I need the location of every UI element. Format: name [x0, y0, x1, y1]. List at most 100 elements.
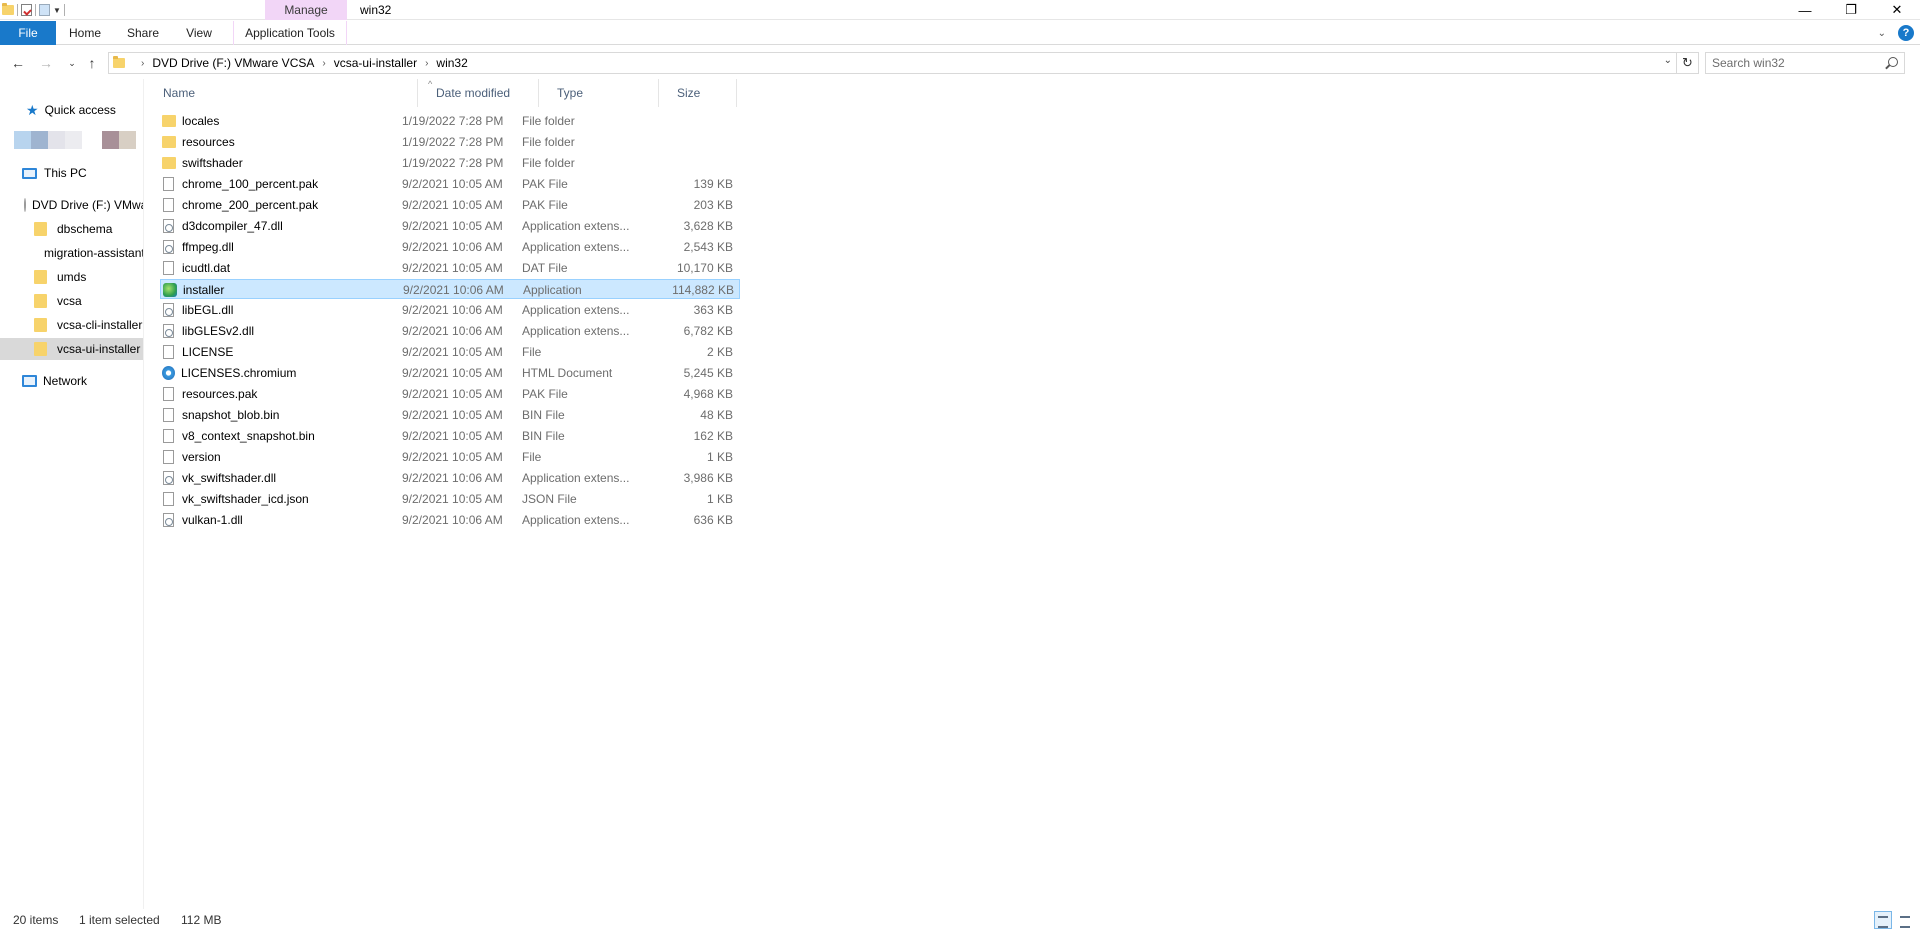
pinned-item-icon[interactable]	[82, 131, 102, 149]
nav-network[interactable]: Network	[0, 370, 143, 392]
file-row[interactable]: resources 1/19/2022 7:28 PM File folder	[160, 132, 740, 152]
file-row[interactable]: chrome_100_percent.pak 9/2/2021 10:05 AM P…	[160, 174, 740, 194]
item-count: 20 items	[13, 913, 59, 927]
folder-icon[interactable]	[2, 3, 14, 15]
nav-label: vcsa-ui-installer	[57, 342, 141, 356]
file-name-cell: resources	[160, 132, 235, 152]
help-icon[interactable]: ?	[1898, 25, 1914, 41]
pinned-item-icon[interactable]	[102, 131, 119, 149]
tab-home[interactable]: Home	[60, 21, 110, 45]
tab-file[interactable]: File	[0, 21, 56, 45]
nav-label: migration-assistant	[44, 246, 144, 260]
file-name-cell: locales	[160, 111, 219, 131]
pinned-item-icon[interactable]	[65, 131, 82, 149]
nav-label: vcsa	[57, 294, 82, 308]
separator	[17, 4, 18, 16]
file-row[interactable]: ffmpeg.dll 9/2/2021 10:06 AM Application e…	[160, 237, 740, 257]
nav-dvd-drive[interactable]: DVD Drive (F:) VMware VCSA	[0, 194, 143, 216]
pinned-item-icon[interactable]	[14, 131, 31, 149]
column-header-type[interactable]: Type	[539, 79, 659, 107]
nav-this-pc[interactable]: This PC	[0, 162, 143, 184]
file-row[interactable]: d3dcompiler_47.dll 9/2/2021 10:05 AM Appli…	[160, 216, 740, 236]
chevron-right-icon[interactable]: ›	[425, 58, 428, 69]
file-row[interactable]: libGLESv2.dll 9/2/2021 10:06 AM Applicatio…	[160, 321, 740, 341]
pinned-item-icon[interactable]	[119, 131, 136, 149]
network-icon	[22, 375, 37, 387]
restore-button[interactable]: ❐	[1828, 0, 1874, 20]
file-row[interactable]: vk_swiftshader.dll 9/2/2021 10:06 AM Appli…	[160, 468, 740, 488]
file-row[interactable]: resources.pak 9/2/2021 10:05 AM PAK File 4,…	[160, 384, 740, 404]
recent-locations-icon[interactable]: ⌄	[62, 53, 82, 73]
nav-quick-access[interactable]: ★ Quick access	[0, 99, 143, 121]
file-row[interactable]: swiftshader 1/19/2022 7:28 PM File folder	[160, 153, 740, 173]
navigation-pane: ★ Quick access This PC DVD Drive (F:) VM…	[0, 79, 144, 909]
file-row[interactable]: vk_swiftshader_icd.json 9/2/2021 10:05 AM…	[160, 489, 740, 509]
nav-folder-vcsa-cli-installer[interactable]: vcsa-cli-installer	[0, 314, 143, 336]
file-row[interactable]: icudtl.dat 9/2/2021 10:05 AM DAT File 10,17…	[160, 258, 740, 278]
folder-icon	[34, 318, 47, 332]
up-button[interactable]: ↑	[82, 53, 102, 73]
file-size: 1 KB	[706, 492, 733, 506]
chevron-right-icon[interactable]: ›	[322, 58, 325, 69]
folder-icon	[162, 115, 176, 127]
file-row[interactable]: LICENSE 9/2/2021 10:05 AM File 2 KB	[160, 342, 740, 362]
file-row[interactable]: libEGL.dll 9/2/2021 10:06 AM Application e…	[160, 300, 740, 320]
chevron-down-icon[interactable]: ⌄	[1664, 55, 1672, 66]
file-row[interactable]: chrome_200_percent.pak 9/2/2021 10:05 AM P…	[160, 195, 740, 215]
file-row[interactable]: locales 1/19/2022 7:28 PM File folder	[160, 111, 740, 131]
ribbon-right: ⌄ ?	[1878, 25, 1914, 41]
expand-ribbon-icon[interactable]: ⌄	[1878, 28, 1886, 39]
customize-dropdown-icon[interactable]: ▼	[53, 6, 61, 15]
address-bar[interactable]: › DVD Drive (F:) VMware VCSA › vcsa-ui-i…	[108, 52, 1677, 74]
close-button[interactable]: ✕	[1874, 0, 1920, 20]
file-date-modified: 1/19/2022 7:28 PM	[402, 156, 504, 170]
pinned-item-icon[interactable]	[31, 131, 48, 149]
file-row[interactable]: LICENSES.chromium 9/2/2021 10:05 AM HTML D…	[160, 363, 740, 383]
title-bar: ▼ Manage win32 — ❐ ✕	[0, 0, 1920, 20]
nav-folder-migration-assistant[interactable]: migration-assistant	[0, 242, 144, 264]
file-name: swiftshader	[182, 156, 243, 170]
search-input[interactable]	[1712, 56, 1882, 70]
new-folder-icon[interactable]	[39, 4, 50, 16]
file-row[interactable]: version 9/2/2021 10:05 AM File 1 KB	[160, 447, 740, 467]
manage-context-tab[interactable]: Manage	[265, 0, 347, 20]
column-header-date-modified[interactable]: Date modified	[418, 79, 539, 107]
nav-folder-dbschema[interactable]: dbschema	[0, 218, 143, 240]
breadcrumb-win32[interactable]: win32	[436, 56, 467, 70]
nav-label: Quick access	[44, 103, 116, 117]
nav-folder-vcsa-ui-installer[interactable]: vcsa-ui-installer	[0, 338, 143, 360]
details-view-icon[interactable]	[1874, 911, 1892, 929]
tab-application-tools[interactable]: Application Tools	[233, 21, 347, 45]
back-button[interactable]: ←	[8, 53, 28, 73]
file-type: File folder	[522, 156, 575, 170]
window-title: win32	[360, 3, 392, 17]
forward-button[interactable]: →	[36, 53, 56, 73]
refresh-button[interactable]: ↻	[1677, 52, 1699, 74]
column-header-size[interactable]: Size	[659, 79, 737, 107]
file-row[interactable]: snapshot_blob.bin 9/2/2021 10:05 AM BIN Fi…	[160, 405, 740, 425]
breadcrumb-dvd-drive[interactable]: DVD Drive (F:) VMware VCSA	[152, 56, 314, 70]
selection-count: 1 item selected	[79, 913, 160, 927]
file-row[interactable]: v8_context_snapshot.bin 9/2/2021 10:05 AM…	[160, 426, 740, 446]
large-icons-view-icon[interactable]	[1896, 911, 1914, 929]
file-row[interactable]: vulkan-1.dll 9/2/2021 10:06 AM Application…	[160, 510, 740, 530]
search-box[interactable]	[1705, 52, 1905, 74]
breadcrumb-vcsa-ui-installer[interactable]: vcsa-ui-installer	[334, 56, 417, 70]
column-header-name[interactable]: Name	[145, 79, 418, 107]
file-row[interactable]: installer 9/2/2021 10:06 AM Application 114…	[160, 279, 740, 299]
file-size: 363 KB	[693, 303, 733, 317]
tab-view[interactable]: View	[175, 21, 223, 45]
search-icon[interactable]	[1888, 57, 1898, 67]
minimize-button[interactable]: —	[1782, 0, 1828, 20]
file-size: 636 KB	[693, 513, 733, 527]
file-date-modified: 1/19/2022 7:28 PM	[402, 135, 504, 149]
pinned-items	[14, 131, 136, 149]
properties-icon[interactable]	[21, 4, 32, 16]
file-size: 114,882 KB	[672, 283, 734, 297]
chevron-right-icon[interactable]: ›	[141, 58, 144, 69]
file-list: ^ Name Date modified Type Size locales 1/…	[145, 79, 1920, 909]
nav-folder-vcsa[interactable]: vcsa	[0, 290, 143, 312]
tab-share[interactable]: Share	[118, 21, 168, 45]
nav-folder-umds[interactable]: umds	[0, 266, 143, 288]
pinned-item-icon[interactable]	[48, 131, 65, 149]
